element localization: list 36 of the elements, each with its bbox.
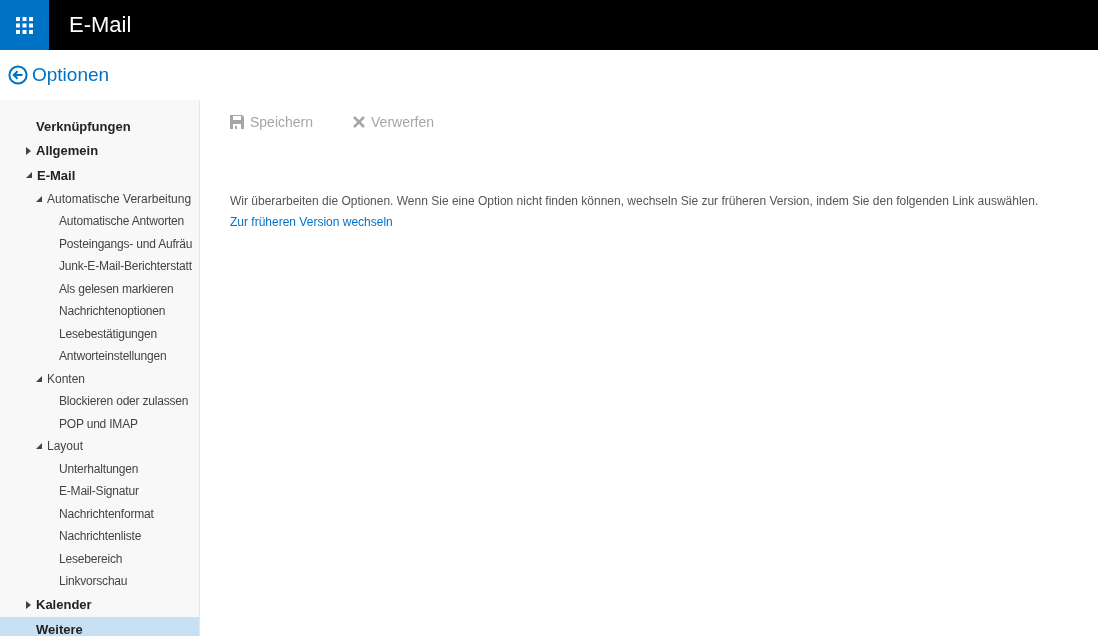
sidebar-item[interactable]: Unterhaltungen [0,457,199,480]
sidebar-item[interactable]: Antworteinstellungen [0,345,199,368]
sidebar-item[interactable]: Automatische Antworten [0,210,199,233]
sidebar-item[interactable]: Kalender [0,592,199,617]
notice-text: Wir überarbeiten die Optionen. Wenn Sie eine Option nicht finden können, wechseln Sie zur früheren Version, indem Sie den folgenden Link auswählen. [230,194,1040,208]
expanded-caret-icon[interactable] [36,375,42,382]
sidebar-item[interactable]: E-Mail-Signatur [0,480,199,503]
expanded-caret-icon[interactable] [36,195,42,202]
grid-icon [16,16,33,34]
collapsed-caret-icon[interactable] [26,600,31,609]
app-title: E-Mail [69,12,132,38]
sidebar-item[interactable]: Nachrichtenliste [0,525,199,548]
sidebar-item[interactable]: Linkvorschau [0,570,199,593]
previous-version-link[interactable]: Zur früheren Version wechseln [230,215,393,229]
sidebar-item[interactable]: Posteingangs- und Aufräu [0,232,199,255]
expanded-caret-icon[interactable] [26,172,32,179]
back-button[interactable]: Optionen [8,64,110,86]
sidebar-item[interactable]: Automatische Verarbeitung [0,187,199,210]
sidebar-item[interactable]: Junk-E-Mail-Berichterstatt [0,255,199,278]
sidebar-item[interactable]: Layout [0,435,199,458]
expanded-caret-icon[interactable] [36,443,42,450]
sidebar-item[interactable]: POP und IMAP [0,412,199,435]
sidebar-item[interactable]: Nachrichtenoptionen [0,300,199,323]
sidebar-item[interactable]: Konten [0,367,199,390]
sidebar-item[interactable]: Allgemein [0,138,199,163]
sidebar-item[interactable]: Verknüpfungen [0,114,199,139]
close-icon [353,116,366,128]
sidebar-item[interactable]: Blockieren oder zulassen [0,390,199,413]
sidebar-item[interactable]: Weitere [0,617,199,636]
sidebar-item[interactable]: Nachrichtenformat [0,502,199,525]
collapsed-caret-icon[interactable] [26,146,31,155]
sidebar-item[interactable]: Lesebestätigungen [0,322,199,345]
app-launcher-button[interactable] [0,0,49,50]
sidebar-item[interactable]: E-Mail [0,163,199,188]
sidebar-item[interactable]: Als gelesen markieren [0,277,199,300]
sidebar-item[interactable]: Lesebereich [0,547,199,570]
